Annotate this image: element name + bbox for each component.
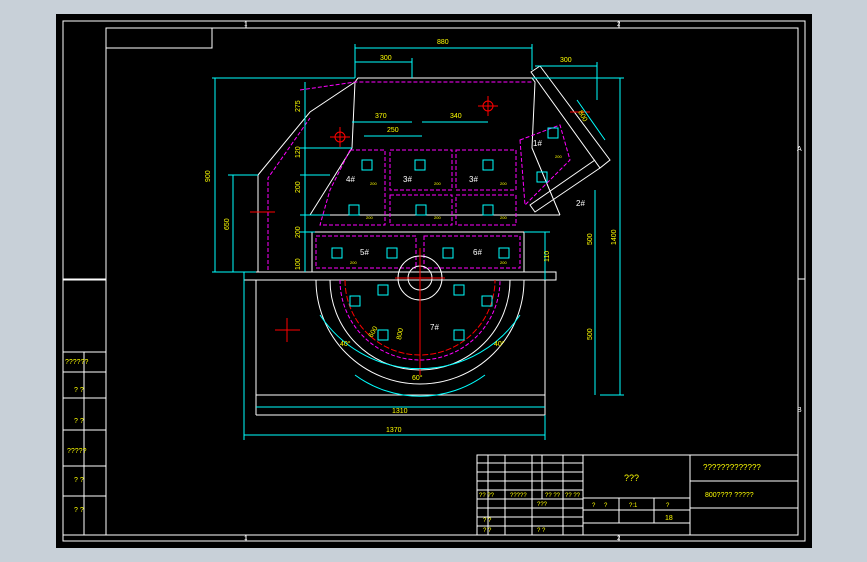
dim-left-650: 650: [224, 218, 231, 230]
dim-left-120: 120: [295, 146, 302, 158]
drawing-title: ???: [624, 473, 639, 483]
dim-angle-40b: 40°: [494, 340, 505, 348]
left-stack-row-2: ? ?: [74, 387, 84, 394]
dim-right-500: 500: [587, 233, 594, 245]
left-stack-row-3: ? ?: [74, 418, 84, 425]
dim-bottom-1310: 1310: [392, 408, 408, 415]
part-label-7: 7#: [430, 323, 439, 332]
part-label-3a: 3#: [403, 175, 412, 184]
dim-bottom-1370: 1370: [386, 427, 402, 434]
dim-inner-mid: 250: [387, 127, 399, 134]
bolt-mark-2: 200: [434, 181, 441, 186]
tb-mid-cell-4: ?:1: [629, 503, 638, 509]
dim-right-500b: 500: [587, 328, 594, 340]
part-label-2: 2#: [576, 199, 585, 208]
dim-right-110: 110: [544, 251, 551, 262]
dim-angle-40a: 40°: [340, 340, 351, 348]
company-name: ?????????????: [703, 463, 761, 472]
dim-inner-left: 370: [375, 113, 387, 120]
part-label-5: 5#: [360, 248, 369, 257]
drawing-sheet: [56, 14, 812, 548]
bolt-mark-3: 200: [500, 181, 507, 186]
left-stack-row-1: ??????: [65, 359, 88, 366]
drawing-subtitle: 800???? ?????: [705, 492, 754, 499]
bolt-mark-1: 200: [370, 181, 377, 186]
bolt-mark-7: 200: [555, 154, 562, 159]
sheet-number: 18: [665, 515, 673, 522]
tb-left-cell-1: ? ?: [483, 518, 492, 524]
dim-left-275: 275: [295, 100, 302, 112]
part-label-6: 6#: [473, 248, 482, 257]
bolt-mark-8: 200: [350, 260, 357, 265]
bolt-mark-6: 200: [500, 215, 507, 220]
cad-drawing-viewport: 1 2 1 2 A B ?????? ? ? ? ? ????? ? ? ? ?: [56, 14, 812, 548]
dim-angle-60: 60°: [412, 374, 423, 382]
part-label-3b: 3#: [469, 175, 478, 184]
dim-top-overall: 880: [437, 39, 449, 46]
dim-left-200b: 200: [295, 226, 302, 238]
tb-mid-cell-1: ???: [537, 502, 548, 508]
left-stack-row-4: ?????: [67, 448, 87, 455]
tb-row-label-3: ?? ??: [545, 493, 561, 499]
bolt-mark-5: 200: [434, 215, 441, 220]
tb-row-label-1: ?? ??: [479, 493, 495, 499]
dim-top-left: 300: [380, 55, 392, 62]
dim-right-1400: 1400: [611, 229, 618, 245]
dim-left-200: 200: [295, 181, 302, 193]
dim-left-100: 100: [295, 258, 302, 270]
bolt-mark-4: 200: [366, 215, 373, 220]
dim-left-900: 900: [205, 170, 212, 182]
left-stack-row-5: ? ?: [74, 477, 84, 484]
left-stack-row-6: ? ?: [74, 507, 84, 514]
tb-left-cell-3: ? ?: [537, 528, 546, 534]
tb-row-label-4: ?? ??: [565, 493, 581, 499]
dim-top-right: 300: [560, 57, 572, 64]
zone-mark-right-a: A: [797, 146, 802, 153]
zone-mark-right-b: B: [797, 407, 802, 414]
bolt-mark-9: 200: [500, 260, 507, 265]
tb-row-label-2: ?????: [510, 493, 527, 499]
dim-inner-right: 340: [450, 113, 462, 120]
part-label-4: 4#: [346, 175, 355, 184]
tb-left-cell-2: ? ?: [483, 528, 492, 534]
part-label-1: 1#: [533, 139, 542, 148]
